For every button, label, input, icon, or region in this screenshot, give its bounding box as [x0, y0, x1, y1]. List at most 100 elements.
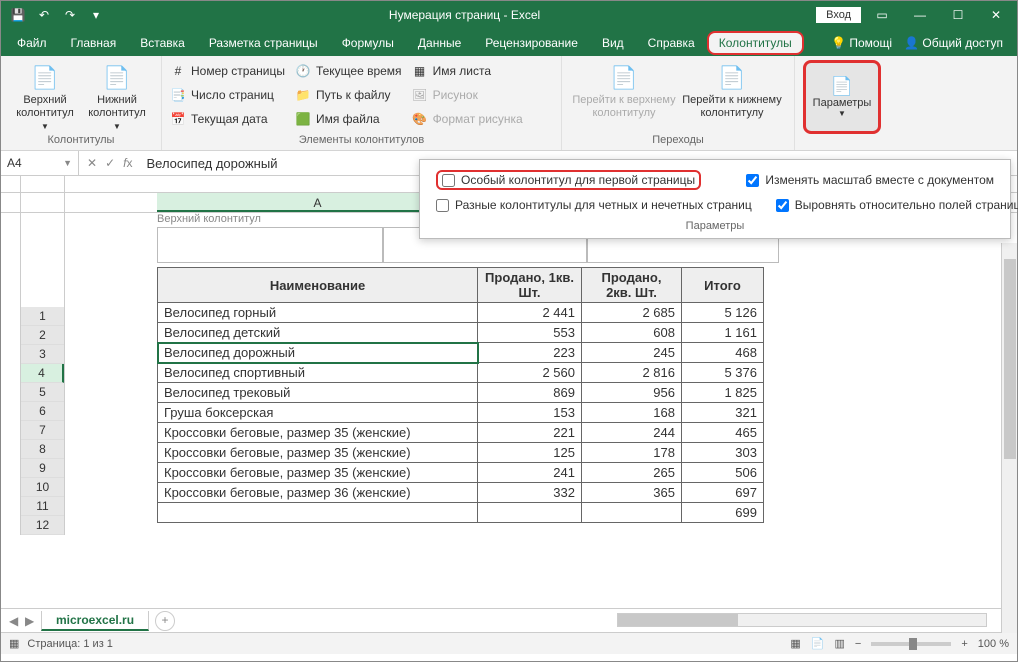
table-cell[interactable]: Кроссовки беговые, размер 36 (женские): [158, 483, 478, 503]
row-header[interactable]: 8: [21, 440, 64, 459]
parameters-button[interactable]: 📄 Параметры ▼: [803, 60, 881, 134]
save-icon[interactable]: 💾: [7, 4, 29, 26]
zoom-level[interactable]: 100 %: [978, 638, 1009, 650]
picture-button[interactable]: 🖼Рисунок: [412, 84, 523, 106]
chevron-down-icon[interactable]: ▼: [63, 158, 72, 168]
table-cell[interactable]: Велосипед детский: [158, 323, 478, 343]
table-cell[interactable]: [158, 503, 478, 523]
table-cell[interactable]: 697: [682, 483, 764, 503]
table-cell[interactable]: Груша боксерская: [158, 403, 478, 423]
table-cell[interactable]: 168: [582, 403, 682, 423]
row-header[interactable]: 6: [21, 402, 64, 421]
header-button[interactable]: 📄 Верхний колонтитул ▼: [9, 60, 81, 132]
normal-view-icon[interactable]: ▦: [790, 637, 800, 650]
align-margins-checkbox[interactable]: Выровнять относительно полей страницы: [776, 198, 1018, 212]
page-layout-view-icon[interactable]: 📄: [811, 637, 825, 650]
table-cell[interactable]: Кроссовки беговые, размер 35 (женские): [158, 463, 478, 483]
tab-data[interactable]: Данные: [406, 31, 473, 55]
sheet-nav-next-icon[interactable]: ▶: [25, 614, 34, 628]
current-date-button[interactable]: 📅Текущая дата: [170, 108, 285, 130]
table-row[interactable]: Кроссовки беговые, размер 35 (женские)24…: [158, 463, 764, 483]
table-row[interactable]: Велосипед спортивный2 5602 8165 376: [158, 363, 764, 383]
table-row[interactable]: Велосипед горный2 4412 6855 126: [158, 303, 764, 323]
tell-me[interactable]: 💡 Помощі: [831, 36, 892, 50]
page-count-button[interactable]: 📑Число страниц: [170, 84, 285, 106]
table-cell[interactable]: 244: [582, 423, 682, 443]
table-cell[interactable]: 465: [682, 423, 764, 443]
table-cell[interactable]: 221: [478, 423, 582, 443]
table-cell[interactable]: 223: [478, 343, 582, 363]
table-row[interactable]: Кроссовки беговые, размер 35 (женские)12…: [158, 443, 764, 463]
undo-icon[interactable]: ↶: [33, 4, 55, 26]
file-path-button[interactable]: 📁Путь к файлу: [295, 84, 402, 106]
footer-button[interactable]: 📄 Нижний колонтитул ▼: [81, 60, 153, 132]
row-header[interactable]: 7: [21, 421, 64, 440]
table-cell[interactable]: 956: [582, 383, 682, 403]
data-table[interactable]: НаименованиеПродано, 1кв. Шт.Продано, 2к…: [157, 267, 764, 523]
tab-formulas[interactable]: Формулы: [330, 31, 406, 55]
table-cell[interactable]: 2 685: [582, 303, 682, 323]
table-cell[interactable]: 553: [478, 323, 582, 343]
row-header[interactable]: 4: [21, 364, 64, 383]
page-number-button[interactable]: #Номер страницы: [170, 60, 285, 82]
qat-dropdown-icon[interactable]: ▾: [85, 4, 107, 26]
row-header[interactable]: 1: [21, 307, 64, 326]
table-cell[interactable]: Велосипед трековый: [158, 383, 478, 403]
table-cell[interactable]: Кроссовки беговые, размер 35 (женские): [158, 423, 478, 443]
zoom-slider[interactable]: [871, 642, 951, 646]
table-cell[interactable]: 178: [582, 443, 682, 463]
login-button[interactable]: Вход: [816, 7, 861, 23]
zoom-out-icon[interactable]: −: [855, 638, 861, 650]
row-header[interactable]: 2: [21, 326, 64, 345]
scale-with-doc-checkbox[interactable]: Изменять масштаб вместе с документом: [746, 170, 994, 190]
row-header[interactable]: 3: [21, 345, 64, 364]
table-cell[interactable]: 2 441: [478, 303, 582, 323]
row-header[interactable]: 12: [21, 516, 64, 535]
cancel-formula-icon[interactable]: ✕: [87, 156, 97, 170]
first-page-different-checkbox[interactable]: Особый колонтитул для первой страницы: [436, 170, 701, 190]
table-header-cell[interactable]: Продано, 2кв. Шт.: [582, 268, 682, 303]
vertical-scrollbar[interactable]: [1001, 243, 1017, 633]
zoom-in-icon[interactable]: +: [961, 638, 967, 650]
table-row[interactable]: 699: [158, 503, 764, 523]
row-header[interactable]: 9: [21, 459, 64, 478]
enter-formula-icon[interactable]: ✓: [105, 156, 115, 170]
table-cell[interactable]: [582, 503, 682, 523]
table-row[interactable]: Велосипед детский5536081 161: [158, 323, 764, 343]
sheet-nav-prev-icon[interactable]: ◀: [9, 614, 18, 628]
row-header[interactable]: 11: [21, 497, 64, 516]
name-box[interactable]: A4 ▼: [1, 151, 79, 175]
goto-footer-button[interactable]: 📄 Перейти к нижнему колонтитулу: [678, 60, 786, 120]
tab-home[interactable]: Главная: [59, 31, 129, 55]
row-header[interactable]: 5: [21, 383, 64, 402]
tab-file[interactable]: Файл: [5, 31, 59, 55]
tab-insert[interactable]: Вставка: [128, 31, 197, 55]
table-cell[interactable]: [478, 503, 582, 523]
table-cell[interactable]: Велосипед дорожный: [158, 343, 478, 363]
table-cell[interactable]: 245: [582, 343, 682, 363]
table-cell[interactable]: Кроссовки беговые, размер 35 (женские): [158, 443, 478, 463]
tab-view[interactable]: Вид: [590, 31, 636, 55]
ribbon-options-icon[interactable]: ▭: [865, 3, 899, 27]
table-cell[interactable]: 303: [682, 443, 764, 463]
table-row[interactable]: Велосипед трековый8699561 825: [158, 383, 764, 403]
current-time-button[interactable]: 🕐Текущее время: [295, 60, 402, 82]
table-cell[interactable]: 2 560: [478, 363, 582, 383]
horizontal-scrollbar[interactable]: [617, 613, 987, 627]
table-cell[interactable]: 869: [478, 383, 582, 403]
page-break-view-icon[interactable]: ▥: [835, 637, 845, 650]
header-left-box[interactable]: [157, 227, 383, 263]
table-cell[interactable]: 1 825: [682, 383, 764, 403]
table-cell[interactable]: 365: [582, 483, 682, 503]
table-cell[interactable]: 5 376: [682, 363, 764, 383]
table-cell[interactable]: 321: [682, 403, 764, 423]
fx-icon[interactable]: fx: [123, 156, 132, 170]
tab-review[interactable]: Рецензирование: [473, 31, 590, 55]
tab-layout[interactable]: Разметка страницы: [197, 31, 330, 55]
tab-header-footer[interactable]: Колонтитулы: [707, 31, 804, 55]
table-cell[interactable]: 468: [682, 343, 764, 363]
view-shortcut-icon[interactable]: ▦: [9, 637, 19, 650]
minimize-icon[interactable]: —: [903, 3, 937, 27]
table-cell[interactable]: 2 816: [582, 363, 682, 383]
table-cell[interactable]: Велосипед спортивный: [158, 363, 478, 383]
